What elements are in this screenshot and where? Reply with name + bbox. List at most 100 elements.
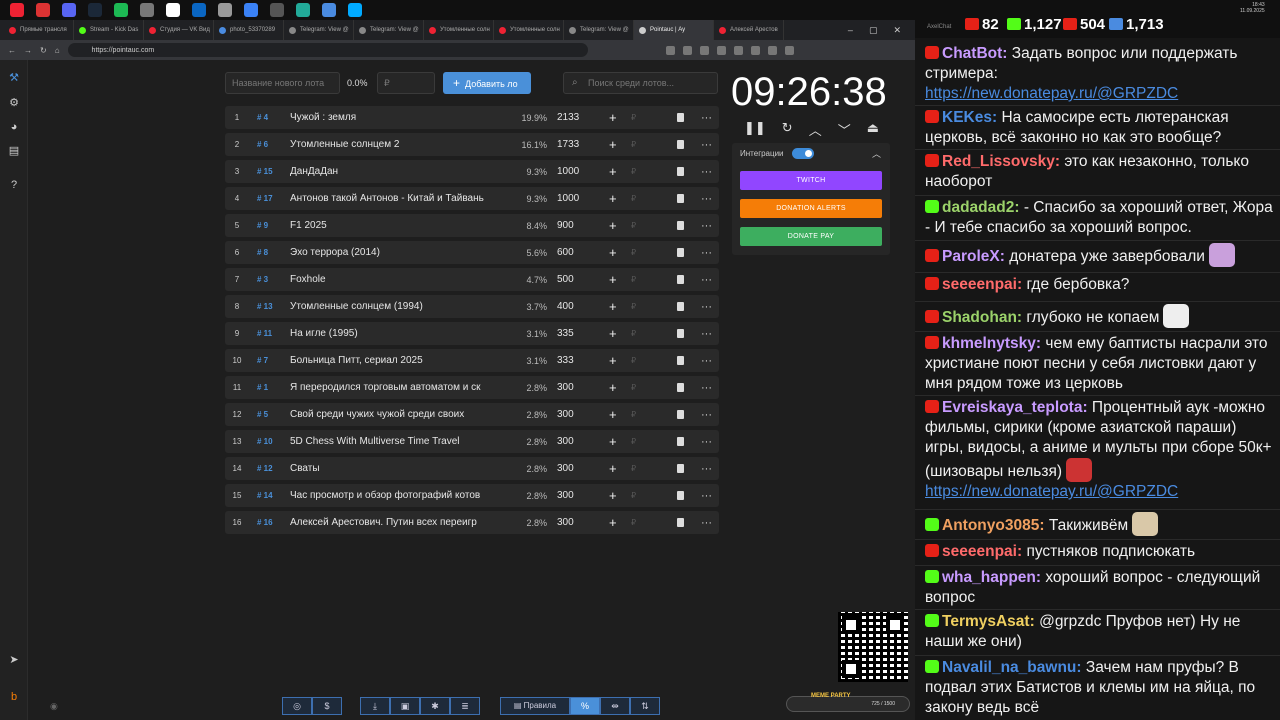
trash-icon[interactable] <box>677 464 684 473</box>
chat-username[interactable]: ChatBot: <box>942 45 1007 62</box>
add-amount-icon[interactable]: + <box>609 353 617 368</box>
github-icon[interactable]: ◎ <box>282 697 312 715</box>
taskbar-app-icon[interactable] <box>244 3 258 17</box>
eye-icon[interactable]: ◉ <box>50 701 58 712</box>
chat-link[interactable]: https://new.donatepay.ru/@GRPZDC <box>925 483 1178 500</box>
lot-name[interactable]: Сваты <box>290 463 493 474</box>
extension-icon[interactable] <box>733 45 743 55</box>
lot-amount[interactable]: 300 <box>547 463 597 474</box>
search-input[interactable]: ⌕ Поиск среди лотов... <box>563 72 718 94</box>
add-amount-icon[interactable]: + <box>609 326 617 341</box>
donation-alerts-button[interactable]: DONATION ALERTS <box>740 199 882 218</box>
trash-icon[interactable] <box>677 491 684 500</box>
rub-input-icon[interactable]: ₽ <box>631 383 636 392</box>
lot-amount[interactable]: 600 <box>547 247 597 258</box>
lot-amount[interactable]: 1733 <box>547 139 597 150</box>
double-chevron-up-icon[interactable]: ⏏ <box>867 120 879 139</box>
browser-tab[interactable]: Telegram: View @ <box>564 20 634 40</box>
lot-name[interactable]: Больница Питт, сериал 2025 <box>290 355 493 366</box>
rub-input-icon[interactable]: ₽ <box>631 518 636 527</box>
browser-tab[interactable]: Pointauc | Ау <box>634 20 714 40</box>
chat-link[interactable]: https://new.donatepay.ru/@GRPZDC <box>925 85 1178 102</box>
clipboard-icon[interactable]: ▤ <box>7 144 21 158</box>
taskbar-app-icon[interactable] <box>296 3 310 17</box>
chat-username[interactable]: khmelnytsky: <box>942 335 1041 352</box>
browser-tab[interactable]: Алексей Арестов <box>714 20 784 40</box>
lot-amount[interactable]: 2133 <box>547 112 597 123</box>
trash-icon[interactable] <box>677 356 684 365</box>
home-icon[interactable]: ⌂ <box>55 46 60 55</box>
more-icon[interactable]: ··· <box>701 220 712 232</box>
taskbar-app-icon[interactable] <box>140 3 154 17</box>
rub-input-icon[interactable]: ₽ <box>631 275 636 284</box>
more-icon[interactable]: ··· <box>701 166 712 178</box>
amount-input[interactable]: ₽ <box>377 72 435 94</box>
lot-name[interactable]: На игле (1995) <box>290 328 493 339</box>
lot-name[interactable]: Свой среди чужих чужой среди своих <box>290 409 493 420</box>
rub-input-icon[interactable]: ₽ <box>631 221 636 230</box>
reload-icon[interactable]: ↻ <box>40 46 47 55</box>
telegram-icon[interactable]: ➤ <box>7 653 21 667</box>
browser-tab[interactable]: Telegram: View @ <box>284 20 354 40</box>
extension-icon[interactable] <box>716 45 726 55</box>
browser-tab[interactable]: Студия — VK Вид <box>144 20 214 40</box>
chat-username[interactable]: seeeenpai: <box>942 276 1022 293</box>
lot-name[interactable]: 5D Chess With Multiverse Time Travel <box>290 436 493 447</box>
clear-icon[interactable]: ≣ <box>450 697 480 715</box>
integrations-toggle[interactable] <box>792 148 814 159</box>
browser-tab[interactable]: Stream - Kick Das <box>74 20 144 40</box>
more-icon[interactable]: ··· <box>701 463 712 475</box>
browser-tab[interactable]: photo_53370289 <box>214 20 284 40</box>
lot-name[interactable]: Алексей Арестович. Путин всех переигр <box>290 517 493 528</box>
chat-username[interactable]: Red_Lissovsky: <box>942 153 1060 170</box>
trash-icon[interactable] <box>677 140 684 149</box>
chat-username[interactable]: Antonyo3085: <box>942 517 1045 534</box>
browser-tab[interactable]: Утомленные солн <box>494 20 564 40</box>
extension-icon[interactable] <box>665 45 675 55</box>
chat-username[interactable]: Navalil_na_bawnu: <box>942 659 1082 676</box>
rub-input-icon[interactable]: ₽ <box>631 194 636 203</box>
lot-amount[interactable]: 300 <box>547 490 597 501</box>
rub-input-icon[interactable]: ₽ <box>631 356 636 365</box>
more-icon[interactable]: ··· <box>701 112 712 124</box>
add-amount-icon[interactable]: + <box>609 488 617 503</box>
pause-icon[interactable]: ❚❚ <box>744 120 766 139</box>
trash-icon[interactable] <box>677 383 684 392</box>
lot-amount[interactable]: 300 <box>547 436 597 447</box>
browser-tab[interactable]: Утомленные солн <box>424 20 494 40</box>
trash-icon[interactable] <box>677 248 684 257</box>
taskbar-app-icon[interactable] <box>10 3 24 17</box>
lot-amount[interactable]: 300 <box>547 409 597 420</box>
extension-icon[interactable] <box>750 45 760 55</box>
back-icon[interactable]: ← <box>8 46 16 55</box>
lot-name[interactable]: Эхо террора (2014) <box>290 247 493 258</box>
trash-icon[interactable] <box>677 113 684 122</box>
add-amount-icon[interactable]: + <box>609 515 617 530</box>
split-icon[interactable]: ⇹ <box>600 697 630 715</box>
more-icon[interactable]: ··· <box>701 301 712 313</box>
donate-pay-button[interactable]: DONATE PAY <box>740 227 882 246</box>
lot-name[interactable]: Я переродился торговым автоматом и ск <box>290 382 493 393</box>
extension-icon[interactable] <box>682 45 692 55</box>
more-icon[interactable]: ··· <box>701 409 712 421</box>
twitch-button[interactable]: TWITCH <box>740 171 882 190</box>
rub-input-icon[interactable]: ₽ <box>631 464 636 473</box>
more-icon[interactable]: ··· <box>701 355 712 367</box>
more-icon[interactable]: ··· <box>701 436 712 448</box>
browser-tab[interactable]: Прямые трансля <box>4 20 74 40</box>
chat-username[interactable]: seeeenpai: <box>942 543 1022 560</box>
rub-input-icon[interactable]: ₽ <box>631 113 636 122</box>
lot-amount[interactable]: 900 <box>547 220 597 231</box>
lot-amount[interactable]: 335 <box>547 328 597 339</box>
rub-input-icon[interactable]: ₽ <box>631 248 636 257</box>
taskbar-app-icon[interactable] <box>36 3 50 17</box>
lot-name[interactable]: Утомленные солнцем (1994) <box>290 301 493 312</box>
lot-amount[interactable]: 333 <box>547 355 597 366</box>
gear-icon[interactable]: ⚙ <box>7 96 21 110</box>
trash-icon[interactable] <box>677 518 684 527</box>
chat-username[interactable]: wha_happen: <box>942 569 1041 586</box>
lot-name[interactable]: ДанДаДан <box>290 166 493 177</box>
taskbar-app-icon[interactable] <box>322 3 336 17</box>
maximize-icon[interactable]: ▢ <box>869 25 878 36</box>
add-amount-icon[interactable]: + <box>609 218 617 233</box>
